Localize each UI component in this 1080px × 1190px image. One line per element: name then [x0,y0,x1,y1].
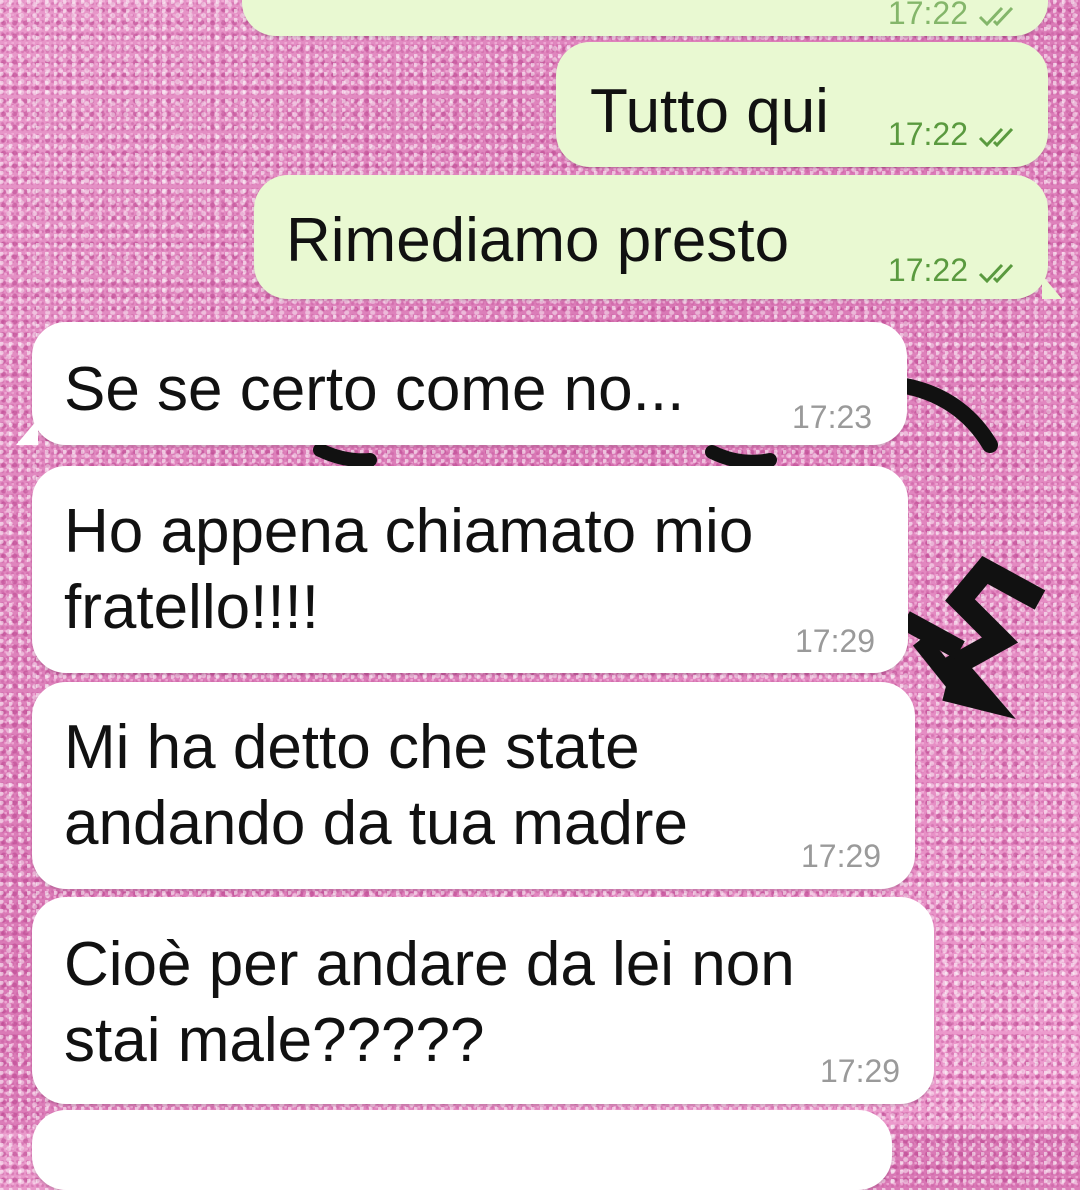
message-time: 17:29 [801,838,882,874]
message-bubble-incoming[interactable]: Ho appena chiamato mio fratello!!!! 17:2… [32,466,908,673]
message-text: Ho appena chiamato mio fratello!!!! [64,497,754,642]
message-meta: 17:22 [888,253,1024,287]
message-bubble-outgoing[interactable]: 17:22 [242,0,1048,36]
message-text: Tutto qui [590,77,829,146]
message-time: 17:22 [887,252,968,288]
read-double-check-icon [978,6,1014,26]
message-meta: 17:22 [887,0,1024,31]
message-bubble-incoming[interactable]: Se se certo come no... 17:23 [16,322,907,445]
message-time: 17:29 [820,1053,901,1089]
message-time: 17:23 [792,399,873,435]
message-bubble-outgoing[interactable]: Rimediamo presto 17:22 [254,175,1062,299]
message-time: 17:22 [887,116,968,152]
message-text: Rimediamo presto [286,206,790,275]
message-text: Mi ha detto che state andando da tua mad… [64,713,688,858]
message-time: 17:22 [887,0,968,31]
message-text: Se se certo come no... [64,355,685,424]
message-time: 17:29 [795,623,876,659]
read-double-check-icon [978,127,1014,147]
message-bubble-incoming[interactable] [32,1110,892,1190]
message-meta: 17:22 [888,117,1024,151]
message-text: Cioè per andare da lei non stai male????… [64,930,795,1075]
message-bubble-outgoing[interactable]: Tutto qui 17:22 [556,42,1048,167]
message-bubble-incoming[interactable]: Cioè per andare da lei non stai male????… [32,897,934,1104]
read-double-check-icon [978,263,1014,283]
message-bubble-incoming[interactable]: Mi ha detto che state andando da tua mad… [32,682,915,889]
